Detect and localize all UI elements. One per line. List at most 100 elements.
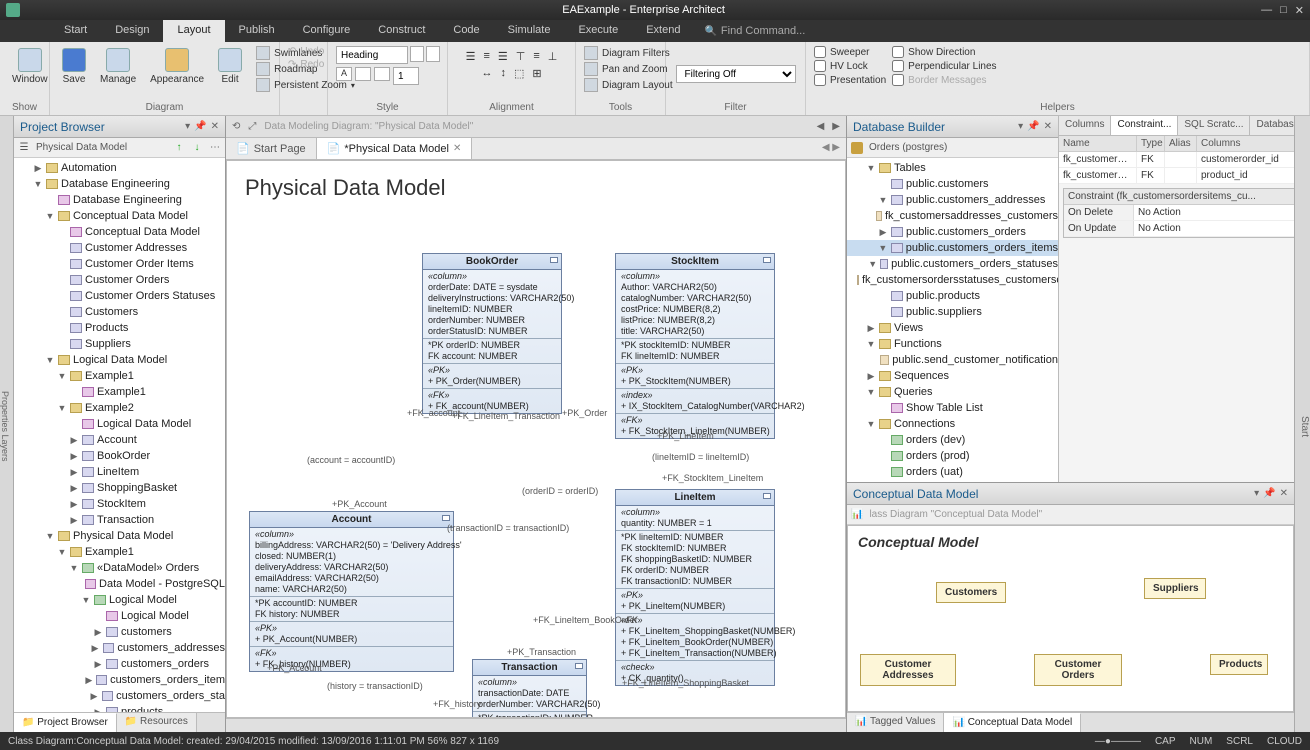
tree-node[interactable]: ▶Automation: [14, 160, 225, 176]
tree-node[interactable]: ▶BookOrder: [14, 448, 225, 464]
tree-node[interactable]: fk_customersordersstatuses_customersor: [847, 272, 1058, 288]
ribbon-tab-design[interactable]: Design: [101, 20, 163, 42]
ribbon-tab-configure[interactable]: Configure: [289, 20, 365, 42]
style-heading-select[interactable]: [336, 46, 408, 64]
prop-tab[interactable]: Columns: [1059, 116, 1111, 135]
tree-node[interactable]: ▼Logical Model: [14, 592, 225, 608]
undo-button[interactable]: ↶Undo: [288, 46, 324, 57]
tree-node[interactable]: ▼public.customers_orders_statuses: [847, 256, 1058, 272]
entity-lineitem[interactable]: LineItem «column»quantity: NUMBER = 1 *P…: [615, 489, 775, 686]
line-width-input[interactable]: [393, 67, 419, 85]
manage-button[interactable]: Manage: [96, 46, 140, 87]
style-opt-1[interactable]: [410, 46, 424, 62]
zoom-slider[interactable]: —●———: [1095, 736, 1141, 747]
tree-node[interactable]: ▶customers_orders_item: [14, 672, 225, 688]
tree-node[interactable]: ▼Logical Data Model: [14, 352, 225, 368]
dbb-close-icon[interactable]: ✕: [1044, 121, 1052, 132]
constraint-row[interactable]: On UpdateNo Action: [1064, 221, 1310, 237]
tree-node[interactable]: ▶customers_addresses: [14, 640, 225, 656]
tree-node[interactable]: ▶Transaction: [14, 512, 225, 528]
pb-drop-icon[interactable]: ▾: [185, 121, 190, 132]
space-icon[interactable]: ⊞: [532, 67, 541, 80]
prop-tab[interactable]: SQL Scratc...: [1178, 116, 1250, 135]
tree-node[interactable]: Logical Data Model: [14, 416, 225, 432]
tree-node[interactable]: ▶Sequences: [847, 368, 1058, 384]
filter-select[interactable]: Filtering Off: [676, 65, 796, 83]
conceptual-canvas[interactable]: Conceptual Model Customers Suppliers Cus…: [847, 525, 1294, 712]
tree-node[interactable]: Database Engineering: [14, 192, 225, 208]
grid-row[interactable]: fk_customersordersFKproduct_id: [1059, 168, 1310, 184]
show-direction-check[interactable]: Show Direction: [892, 46, 996, 58]
style-opt-2[interactable]: [426, 46, 440, 62]
dbb-drop-icon[interactable]: ▾: [1018, 121, 1023, 132]
dist-h-icon[interactable]: ↔: [481, 67, 492, 80]
align-middle-icon[interactable]: ≡: [533, 50, 539, 63]
align-center-icon[interactable]: ≡: [483, 50, 489, 63]
pb-root-label[interactable]: Physical Data Model: [36, 142, 167, 153]
tree-node[interactable]: ▼Database Engineering: [14, 176, 225, 192]
perpendicular-check[interactable]: Perpendicular Lines: [892, 60, 996, 72]
ribbon-tab-publish[interactable]: Publish: [225, 20, 289, 42]
tree-node[interactable]: ▼Physical Data Model: [14, 528, 225, 544]
pb-pin-icon[interactable]: 📌: [194, 121, 206, 132]
ribbon-tab-execute[interactable]: Execute: [564, 20, 632, 42]
tree-node[interactable]: ▼Example1: [14, 368, 225, 384]
ribbon-tab-construct[interactable]: Construct: [364, 20, 439, 42]
fill-color-button[interactable]: [355, 67, 371, 81]
left-strip[interactable]: Properties Layers: [0, 116, 14, 732]
cnode-suppliers[interactable]: Suppliers: [1144, 578, 1206, 599]
pb-menu-icon[interactable]: ⋯: [209, 142, 221, 154]
cnode-products[interactable]: Products: [1210, 654, 1268, 675]
tree-node[interactable]: ▼Example2: [14, 400, 225, 416]
find-command[interactable]: 🔍Find Command...: [704, 20, 805, 42]
ribbon-tab-extend[interactable]: Extend: [632, 20, 694, 42]
tree-node[interactable]: Customer Orders Statuses: [14, 288, 225, 304]
ribbon-tab-start[interactable]: Start: [50, 20, 101, 42]
tree-node[interactable]: ▶customers_orders: [14, 656, 225, 672]
tree-node[interactable]: Customer Addresses: [14, 240, 225, 256]
appearance-button[interactable]: Appearance: [146, 46, 208, 87]
tree-node[interactable]: Products: [14, 320, 225, 336]
save-button[interactable]: Save: [58, 46, 90, 87]
close-button[interactable]: ✕: [1295, 4, 1304, 17]
tree-node[interactable]: public.products: [847, 288, 1058, 304]
ribbon-tab-code[interactable]: Code: [439, 20, 493, 42]
diagram-filters-button[interactable]: Diagram Filters: [584, 46, 673, 60]
ribbon-tab-layout[interactable]: Layout: [163, 20, 224, 42]
tree-node[interactable]: ▼public.customers_orders_items: [847, 240, 1058, 256]
dist-v-icon[interactable]: ↕: [500, 67, 506, 80]
doctabs-scroll[interactable]: ◀ ▶: [816, 138, 846, 159]
diagram-expand-icon[interactable]: ⤢: [248, 121, 256, 132]
canvas-scroll-h[interactable]: [226, 718, 846, 732]
tree-node[interactable]: ▼Conceptual Data Model: [14, 208, 225, 224]
minimize-button[interactable]: —: [1261, 4, 1272, 17]
tree-node[interactable]: ▼public.customers_addresses: [847, 192, 1058, 208]
project-browser-tree[interactable]: ▶Automation▼Database EngineeringDatabase…: [14, 158, 225, 712]
cnode-custorders[interactable]: Customer Orders: [1034, 654, 1122, 686]
redo-button[interactable]: ↷Redo: [288, 59, 324, 70]
sweeper-check[interactable]: Sweeper: [814, 46, 886, 58]
entity-stockitem[interactable]: StockItem «column»Author: VARCHAR2(50)ca…: [615, 253, 775, 439]
entity-transaction[interactable]: Transaction «column»transactionDate: DAT…: [472, 659, 587, 718]
tree-node[interactable]: Suppliers: [14, 336, 225, 352]
diagram-nav-icon[interactable]: ⟲: [232, 121, 240, 132]
diagram-canvas[interactable]: Physical Data Model BookOrder «column»or…: [226, 160, 846, 718]
line-color-button[interactable]: [374, 67, 390, 81]
tree-node[interactable]: ▶customers: [14, 624, 225, 640]
grid-row[interactable]: fk_customersordersFKcustomerorder_id: [1059, 152, 1310, 168]
tree-node[interactable]: Customer Order Items: [14, 256, 225, 272]
tree-node[interactable]: Logical Model: [14, 608, 225, 624]
cdm-close-icon[interactable]: ✕: [1280, 488, 1288, 499]
tree-node[interactable]: Customers: [14, 304, 225, 320]
tree-node[interactable]: orders (dev): [847, 432, 1058, 448]
tree-node[interactable]: ▶customers_orders_sta: [14, 688, 225, 704]
font-color-button[interactable]: A: [336, 67, 352, 81]
pb-close-icon[interactable]: ✕: [211, 121, 219, 132]
align-top-icon[interactable]: ⊤: [516, 50, 526, 63]
tree-node[interactable]: ▼Connections: [847, 416, 1058, 432]
entity-account[interactable]: Account «column»billingAddress: VARCHAR2…: [249, 511, 454, 672]
tree-node[interactable]: ▼Example1: [14, 544, 225, 560]
constraint-row[interactable]: On DeleteNo Action: [1064, 205, 1310, 221]
tree-node[interactable]: public.suppliers: [847, 304, 1058, 320]
tree-node[interactable]: orders (uat): [847, 464, 1058, 480]
